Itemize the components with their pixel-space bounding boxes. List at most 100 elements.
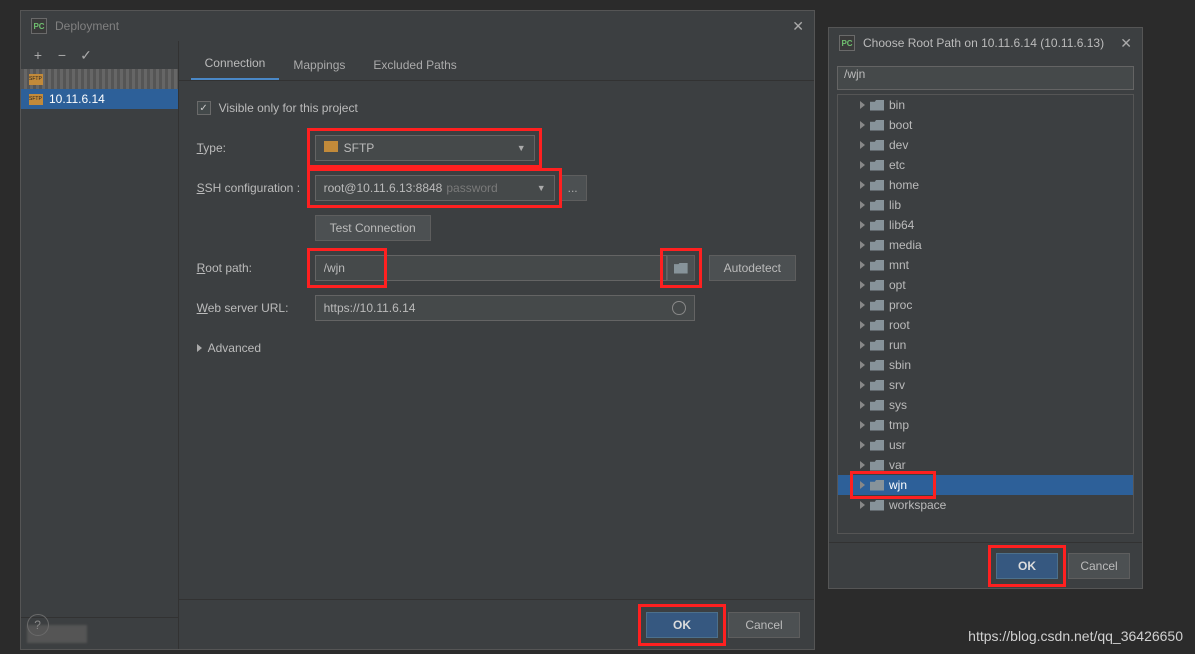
tree-node[interactable]: lib [838,195,1133,215]
add-button[interactable]: + [27,44,49,66]
tree-node[interactable]: etc [838,155,1133,175]
server-sidebar: + − ✓ 10.11.6.14 [21,41,179,649]
tree-node[interactable]: dev [838,135,1133,155]
close-icon[interactable]: ✕ [1120,35,1132,52]
path-input[interactable] [837,66,1134,90]
chevron-right-icon [860,361,865,369]
globe-icon[interactable] [672,301,686,315]
tab-connection[interactable]: Connection [191,48,280,80]
tree-node-label: bin [889,98,905,112]
visible-only-checkbox[interactable]: ✓ [197,101,211,115]
type-label: Type: [197,141,315,155]
chevron-down-icon: ▼ [517,143,526,153]
app-icon: PC [31,18,47,34]
tree-node[interactable]: mnt [838,255,1133,275]
folder-icon [870,140,884,151]
folder-icon [870,180,884,191]
root-path-input[interactable] [315,255,667,281]
connection-form: ✓ Visible only for this project Type: SF… [179,81,814,599]
web-url-label: Web server URL: [197,301,315,315]
sftp-icon [29,74,43,85]
tree-node[interactable]: workspace [838,495,1133,515]
browse-folder-button[interactable] [667,255,695,281]
tree-node[interactable]: opt [838,275,1133,295]
tree-node-label: run [889,338,906,352]
chevron-right-icon [860,501,865,509]
tree-node-label: opt [889,278,906,292]
tree-node[interactable]: tmp [838,415,1133,435]
tree-node-label: var [889,458,906,472]
tree-node-label: sbin [889,358,911,372]
visible-only-label: Visible only for this project [219,101,358,115]
advanced-toggle[interactable]: Advanced [197,341,261,355]
tree-node[interactable]: root [838,315,1133,335]
ok-button[interactable]: OK [996,553,1058,579]
tree-node[interactable]: bin [838,95,1133,115]
ssh-config-select[interactable]: root@10.11.6.13:8848password ▼ [315,175,555,201]
server-item-label: 10.11.6.14 [49,92,105,106]
tree-node[interactable]: run [838,335,1133,355]
tab-excluded[interactable]: Excluded Paths [359,50,470,80]
tree-node[interactable]: lib64 [838,215,1133,235]
app-icon: PC [839,35,855,51]
cancel-button[interactable]: Cancel [728,612,800,638]
chevron-right-icon [860,341,865,349]
deployment-dialog: PC Deployment ✕ + − ✓ 10.11.6.14 [20,10,815,650]
chevron-right-icon [860,441,865,449]
folder-icon [870,160,884,171]
tree-node-label: sys [889,398,907,412]
chevron-right-icon [860,101,865,109]
root-path-label: Root path: [197,261,315,275]
folder-icon [870,280,884,291]
folder-tree[interactable]: bin boot dev etc home liblib64mediamnt opt proc… [837,94,1134,534]
tree-node-label: home [889,178,919,192]
folder-icon [870,260,884,271]
ok-button[interactable]: OK [646,612,718,638]
tree-node-label: dev [889,138,908,152]
folder-icon [870,400,884,411]
chevron-right-icon [860,241,865,249]
ssh-more-button[interactable]: ... [559,175,587,201]
choose-root-path-dialog: PC Choose Root Path on 10.11.6.14 (10.11… [828,27,1143,589]
folder-icon [870,220,884,231]
server-item[interactable]: 10.11.6.14 [21,89,178,109]
chevron-right-icon [860,141,865,149]
dialog-buttons: OK Cancel [829,542,1142,588]
window-title: Deployment [55,19,792,33]
cancel-button[interactable]: Cancel [1068,553,1130,579]
tree-node[interactable]: sbin [838,355,1133,375]
folder-icon [870,200,884,211]
chevron-right-icon [860,301,865,309]
server-item-blurred[interactable] [21,69,178,89]
type-select[interactable]: SFTP ▼ [315,135,535,161]
tree-node[interactable]: boot [838,115,1133,135]
help-button[interactable]: ? [27,614,49,636]
close-icon[interactable]: ✕ [792,18,804,35]
folder-icon [870,500,884,511]
watermark: https://blog.csdn.net/qq_36426650 [968,628,1183,644]
folder-icon [870,480,884,491]
tree-node[interactable]: media [838,235,1133,255]
tree-node[interactable]: home [838,175,1133,195]
apply-button[interactable]: ✓ [75,44,97,66]
tree-node[interactable]: proc [838,295,1133,315]
tree-node-label: usr [889,438,906,452]
chevron-right-icon [197,344,202,352]
tree-node[interactable]: sys [838,395,1133,415]
chevron-right-icon [860,261,865,269]
tree-node[interactable]: srv [838,375,1133,395]
tab-mappings[interactable]: Mappings [279,50,359,80]
tree-node[interactable]: wjn [838,475,1133,495]
remove-button[interactable]: − [51,44,73,66]
tree-node[interactable]: var [838,455,1133,475]
chevron-right-icon [860,401,865,409]
test-connection-button[interactable]: Test Connection [315,215,431,241]
folder-icon [870,460,884,471]
tree-node[interactable]: usr [838,435,1133,455]
tree-node-label: workspace [889,498,946,512]
tree-node-label: srv [889,378,905,392]
titlebar: PC Deployment ✕ [21,11,814,41]
autodetect-button[interactable]: Autodetect [709,255,796,281]
chevron-right-icon [860,121,865,129]
web-url-input[interactable] [315,295,695,321]
